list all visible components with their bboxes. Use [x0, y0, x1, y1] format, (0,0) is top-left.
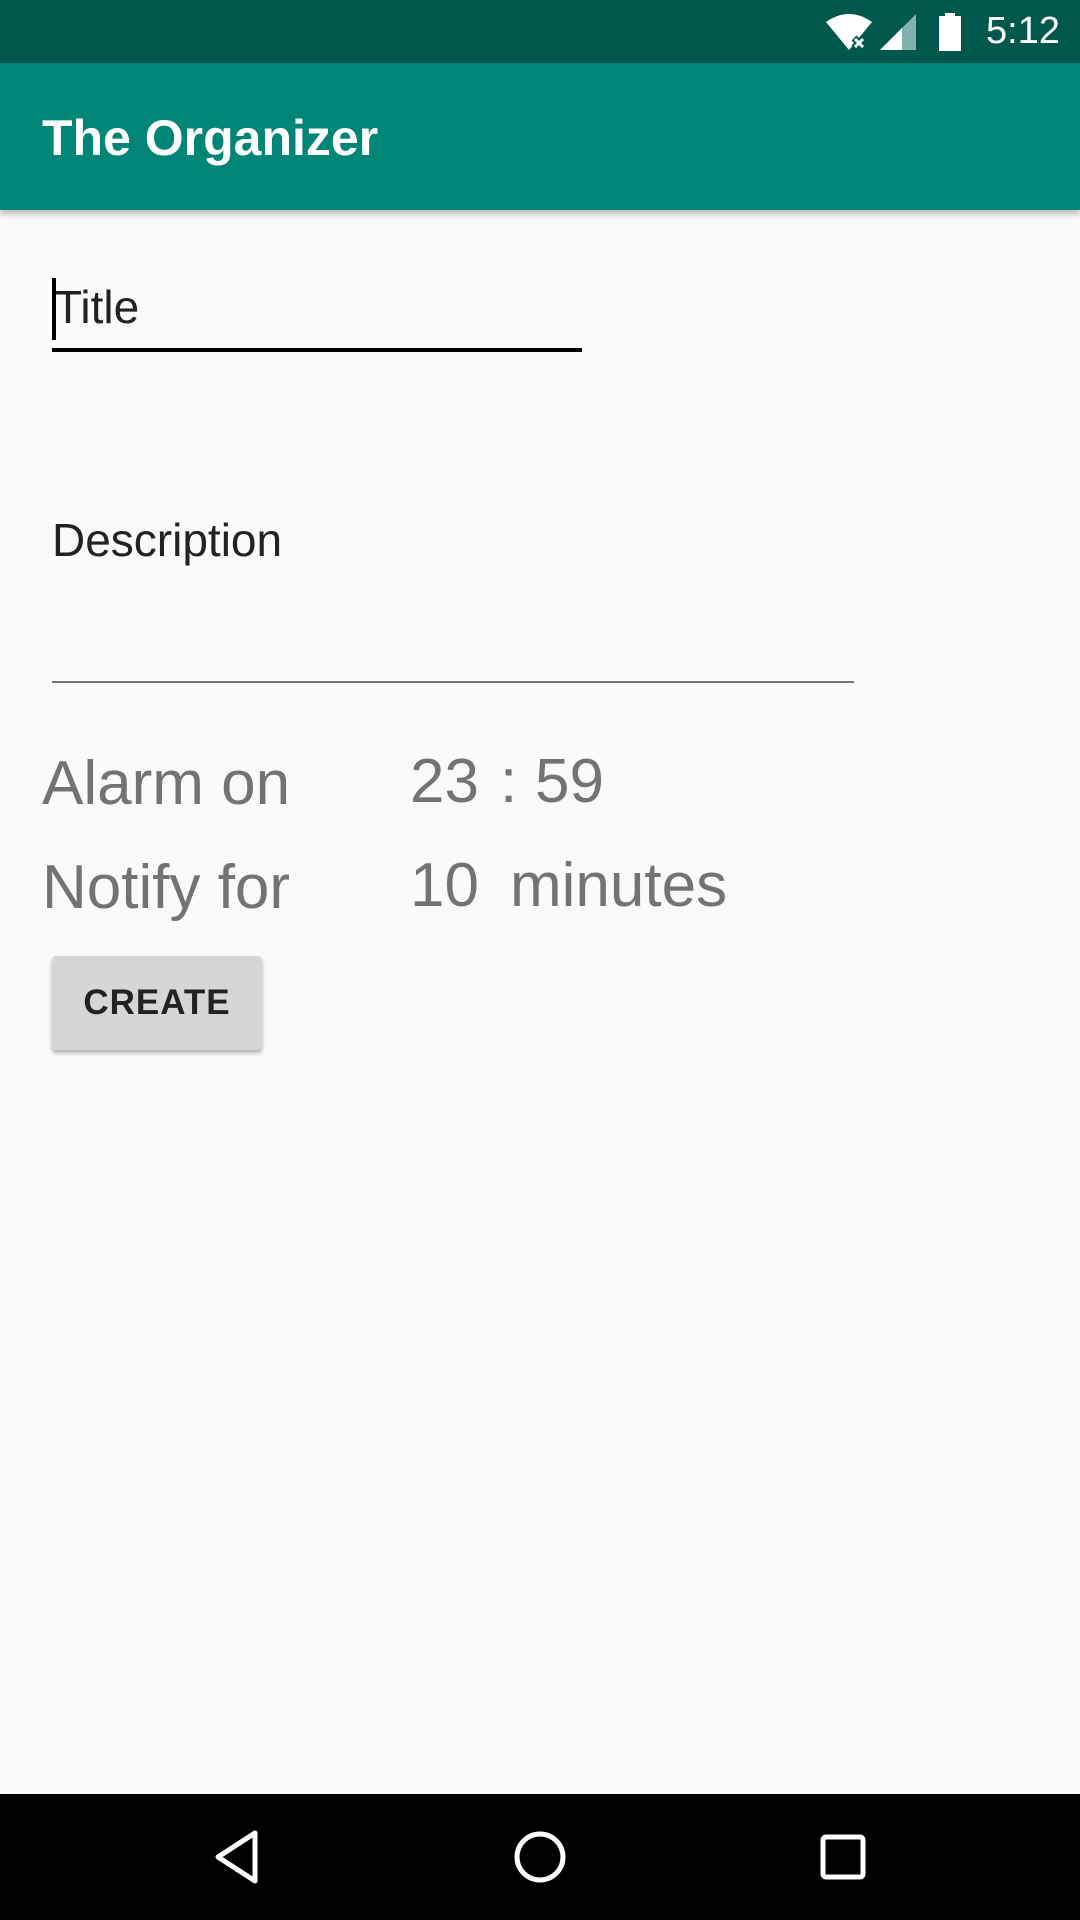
battery-icon: [938, 12, 962, 52]
alarm-label: Alarm on: [42, 749, 291, 818]
title-field[interactable]: [52, 272, 582, 352]
text-cursor: [52, 278, 56, 340]
title-input[interactable]: [54, 276, 574, 338]
wifi-icon: [824, 12, 874, 52]
description-underline: [52, 681, 854, 683]
home-icon[interactable]: [507, 1824, 573, 1890]
nav-bar: [0, 1794, 1080, 1920]
signal-icon: [878, 12, 918, 52]
notify-unit: minutes: [510, 851, 728, 920]
app-title: The Organizer: [42, 110, 379, 166]
status-icons: 5:12: [824, 0, 1060, 63]
app-bar: The Organizer: [0, 63, 1080, 210]
alarm-hour[interactable]: 23: [410, 746, 479, 817]
create-button[interactable]: CREATE: [52, 956, 262, 1050]
recents-icon[interactable]: [810, 1824, 876, 1890]
description-input[interactable]: [52, 505, 852, 575]
description-field[interactable]: [52, 505, 854, 685]
notify-label: Notify for: [42, 853, 291, 922]
back-icon[interactable]: [204, 1824, 270, 1890]
title-underline: [52, 348, 582, 352]
alarm-separator: :: [500, 747, 518, 816]
notify-minutes-value[interactable]: 10: [410, 850, 479, 921]
screen: 5:12 The Organizer Alarm on 23 : 59 Noti…: [0, 0, 1080, 1920]
alarm-minute[interactable]: 59: [535, 746, 604, 817]
status-bar: 5:12: [0, 0, 1080, 63]
status-time: 5:12: [986, 10, 1060, 52]
